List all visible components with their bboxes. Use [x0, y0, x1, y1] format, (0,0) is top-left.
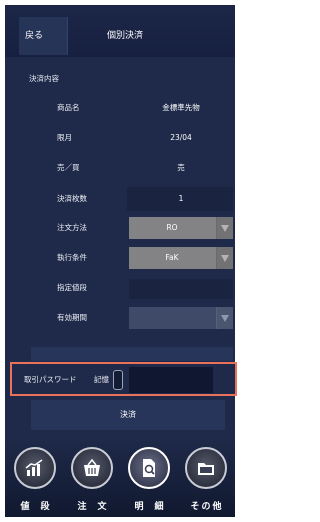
validity-select[interactable]: [129, 307, 233, 329]
chevron-down-icon: [216, 247, 233, 269]
document-search-icon: [128, 447, 170, 489]
execution-condition-select[interactable]: FaK: [129, 247, 233, 269]
back-button[interactable]: 戻る: [19, 17, 68, 55]
nav-details-label: 明細: [134, 502, 175, 512]
password-input[interactable]: [129, 367, 213, 393]
folder-icon: [185, 447, 227, 489]
chevron-down-icon: [216, 307, 233, 329]
divider-strip: [31, 347, 233, 361]
side-label: 売／買: [57, 163, 80, 172]
product-value: 金標準先物: [162, 103, 200, 112]
nav-other-label: その他: [190, 502, 224, 512]
section-label: 決済内容: [29, 74, 59, 83]
limit-price-label: 指定値段: [57, 283, 87, 292]
bottom-nav: 値段 注文 明細 その他: [5, 441, 235, 517]
order-method-value: RO: [166, 223, 178, 232]
side-value: 売: [177, 163, 185, 172]
nav-price-label: 値段: [20, 502, 61, 512]
nav-price[interactable]: 値段: [7, 441, 63, 517]
contract-month-label: 限月: [57, 133, 72, 142]
row-contract-month: 限月 23/04: [5, 125, 235, 151]
password-label: 取引パスワード: [24, 375, 77, 384]
quantity-value[interactable]: 1: [132, 186, 230, 212]
execution-condition-value: FaK: [165, 253, 179, 262]
nav-details[interactable]: 明細: [121, 441, 177, 517]
nav-order-label: 注文: [77, 502, 118, 512]
execution-condition-label: 執行条件: [57, 253, 87, 262]
quantity-label: 決済枚数: [57, 194, 87, 203]
chart-icon: [14, 447, 56, 489]
page-title: 個別決済: [106, 31, 143, 41]
order-method-select[interactable]: RO: [129, 217, 233, 239]
nav-other[interactable]: その他: [178, 441, 234, 517]
validity-label: 有効期間: [57, 313, 87, 322]
remember-checkbox[interactable]: [113, 370, 123, 390]
limit-price-field[interactable]: [129, 279, 233, 299]
header: 戻る 個別決済: [5, 5, 235, 57]
chevron-down-icon: [216, 217, 233, 239]
product-label: 商品名: [57, 103, 80, 112]
order-method-label: 注文方法: [57, 223, 87, 232]
remember-label: 記憶: [94, 375, 109, 384]
basket-icon: [71, 447, 113, 489]
row-product: 商品名 金標準先物: [5, 95, 235, 121]
settle-button[interactable]: 決済: [31, 400, 225, 430]
row-quantity: 決済枚数 1: [5, 186, 235, 212]
contract-month-value: 23/04: [170, 133, 192, 142]
nav-order[interactable]: 注文: [64, 441, 120, 517]
row-side: 売／買 売: [5, 155, 235, 181]
